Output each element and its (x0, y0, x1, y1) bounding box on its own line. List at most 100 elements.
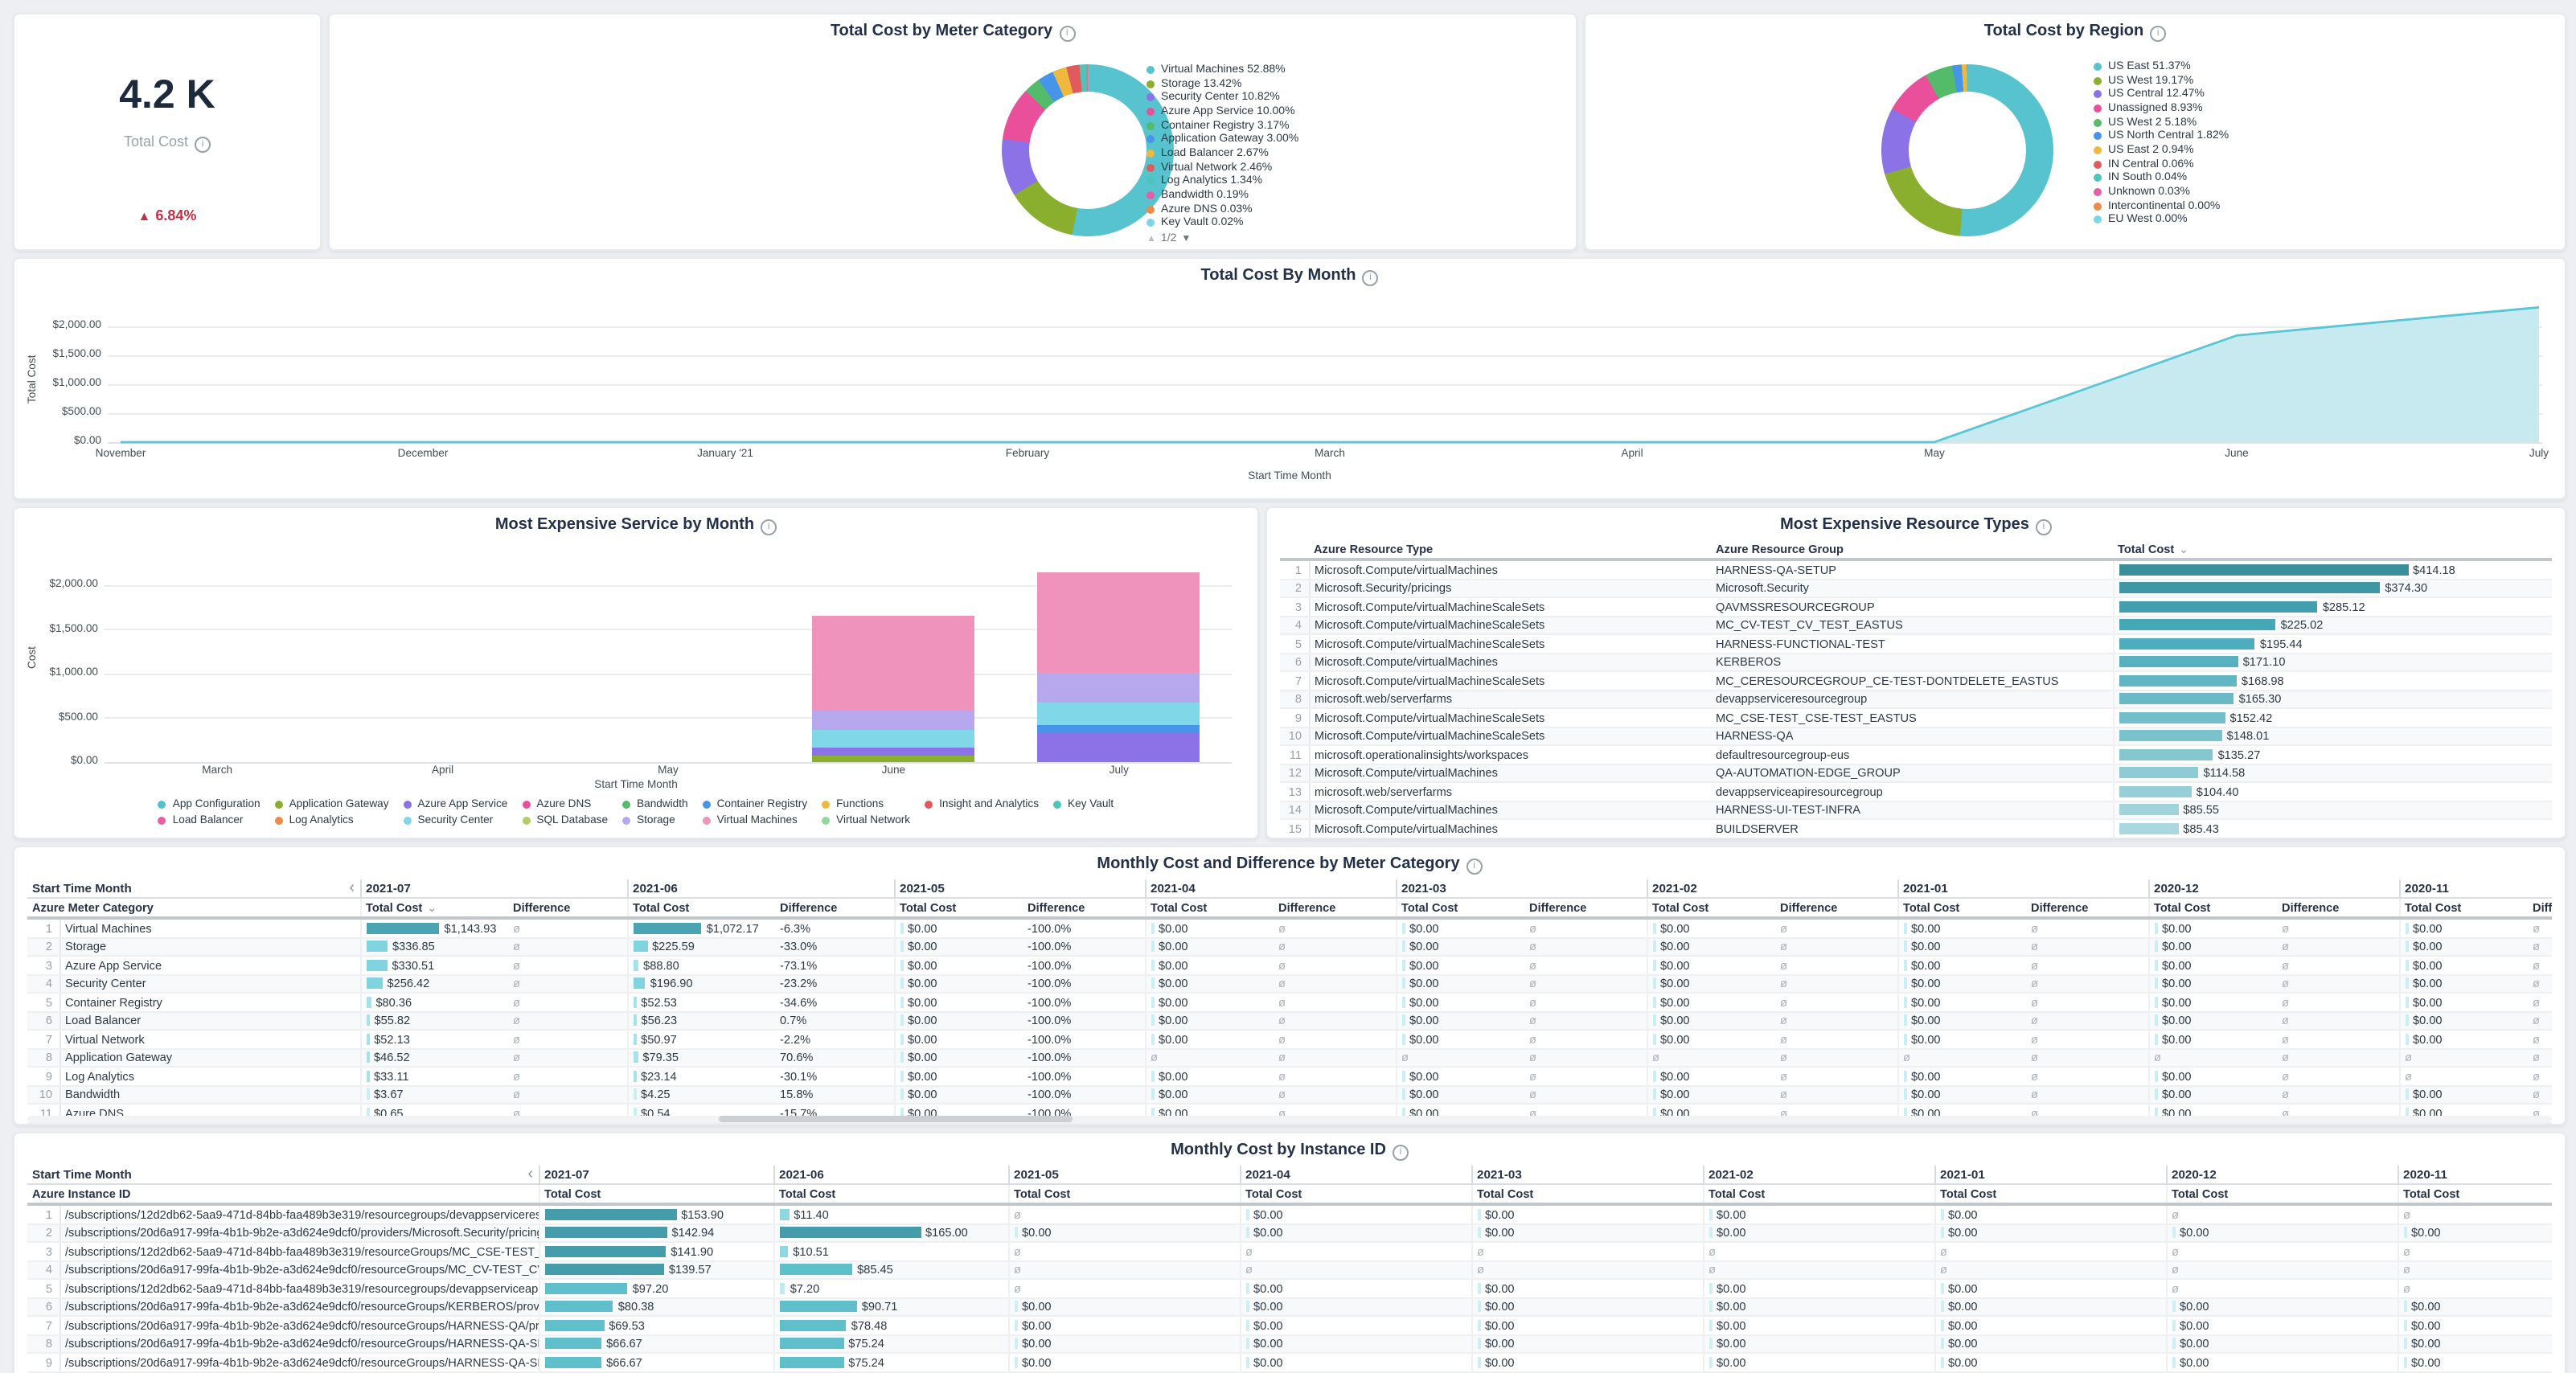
col-header-total-cost[interactable]: Total Cost (894, 898, 1023, 918)
month-header[interactable]: 2021-02 (1647, 879, 1897, 898)
bar-segment-virtual-machines[interactable] (1038, 572, 1200, 674)
legend-item[interactable]: Unknown 0.03% (2094, 185, 2552, 199)
table-row[interactable]: 10Microsoft.Compute/virtualMachineScaleS… (1280, 727, 2552, 745)
table-row[interactable]: 2/subscriptions/20d6a917-99fa-4b1b-9b2e-… (27, 1223, 2552, 1242)
table-row[interactable]: 6/subscriptions/20d6a917-99fa-4b1b-9b2e-… (27, 1297, 2552, 1316)
scrollbar-thumb[interactable] (719, 1116, 1073, 1122)
col-header-total-cost[interactable]: Total Cost (773, 1184, 1008, 1204)
table-row[interactable]: 1/subscriptions/12d2db62-5aa9-471d-84bb-… (27, 1204, 2552, 1223)
legend-item[interactable]: Functions 0.00% (1146, 231, 1568, 232)
table-row[interactable]: 8/subscriptions/20d6a917-99fa-4b1b-9b2e-… (27, 1334, 2552, 1353)
legend-item[interactable]: IN Central 0.06% (2094, 158, 2552, 171)
month-header[interactable]: 2021-01 (1934, 1166, 2166, 1184)
col-header-total-cost[interactable]: Total Cost (1240, 1184, 1471, 1204)
legend-item[interactable]: Azure DNS (522, 797, 608, 810)
legend-item[interactable]: Intercontinental 0.00% (2094, 199, 2552, 213)
col-header-difference[interactable]: Difference (1524, 898, 1647, 918)
table-row[interactable]: 8microsoft.web/serverfarmsdevappservicer… (1280, 690, 2552, 708)
table-row[interactable]: 3Azure App Service$330.51ø$88.80-73.1%$0… (27, 956, 2552, 974)
month-header[interactable]: 2020-12 (2166, 1166, 2398, 1184)
table-row[interactable]: 2Microsoft.Security/pricingsMicrosoft.Se… (1280, 579, 2552, 597)
table-row[interactable]: 10Bandwidth$3.67ø$4.2515.8%$0.00-100.0%$… (27, 1085, 2552, 1104)
month-header[interactable]: 2021-04 (1145, 879, 1396, 898)
bar-segment-security-center[interactable] (812, 730, 974, 748)
col-header-difference[interactable]: Difference (1023, 898, 1145, 918)
area-series[interactable] (108, 304, 2542, 442)
legend-item[interactable]: EU West 0.00% (2094, 213, 2552, 227)
table-row[interactable]: 3Microsoft.Compute/virtualMachineScaleSe… (1280, 597, 2552, 616)
month-header[interactable]: 2021-03 (1471, 1166, 1703, 1184)
bar-segment-virtual-machines[interactable] (812, 615, 974, 710)
table-row[interactable]: 11microsoft.operationalinsights/workspac… (1280, 745, 2552, 764)
legend-item[interactable]: US East 2 0.94% (2094, 143, 2552, 157)
legend-item[interactable]: Container Registry (703, 797, 808, 810)
table-row[interactable]: 12Microsoft.Compute/virtualMachinesQA-AU… (1280, 764, 2552, 782)
info-icon[interactable] (761, 519, 777, 535)
table-row[interactable]: 3/subscriptions/12d2db62-5aa9-471d-84bb-… (27, 1242, 2552, 1260)
month-header[interactable]: 2021-04 (1240, 1166, 1471, 1184)
legend-item[interactable]: Log Analytics 1.34% (1146, 174, 1568, 188)
col-header-total-cost[interactable]: Total Cost (1008, 1184, 1240, 1204)
bar-segment-azure-app-service[interactable] (1038, 733, 1200, 762)
legend-item[interactable]: Application Gateway (275, 797, 389, 810)
table-row[interactable]: 1Virtual Machines$1,143.93ø$1,072.17-6.3… (27, 918, 2552, 937)
legend-item[interactable]: US North Central 1.82% (2094, 129, 2552, 143)
stacked-bar[interactable] (1038, 572, 1200, 762)
table-row[interactable]: 1Microsoft.Compute/virtualMachinesHARNES… (1280, 559, 2552, 579)
table-row[interactable]: 4Microsoft.Compute/virtualMachineScaleSe… (1280, 616, 2552, 634)
col-header-total-cost[interactable]: Total Cost (2166, 1184, 2398, 1204)
table-row[interactable]: 8Application Gateway$46.52ø$79.3570.6%$0… (27, 1048, 2552, 1067)
legend-page-down-icon[interactable] (1181, 234, 1191, 244)
legend-item[interactable]: Log Analytics (275, 814, 389, 827)
chevron-left-icon[interactable] (349, 880, 355, 896)
col-header-total-cost[interactable]: Total Cost (539, 1184, 773, 1204)
donut-chart[interactable] (1881, 64, 2053, 236)
col-header-total-cost[interactable]: Total Cost (2398, 1184, 2552, 1204)
info-icon[interactable] (1466, 859, 1483, 875)
month-header[interactable]: 2021-05 (1008, 1166, 1240, 1184)
legend-item[interactable]: Virtual Network 2.46% (1146, 161, 1568, 174)
legend-item[interactable]: US Central 12.47% (2094, 88, 2552, 101)
col-header-total-cost[interactable]: Total Cost (360, 898, 508, 918)
legend-item[interactable]: Bandwidth (622, 797, 688, 810)
bar-segment-storage[interactable] (812, 710, 974, 730)
table-row[interactable]: 6Load Balancer$55.82ø$56.230.7%$0.00-100… (27, 1011, 2552, 1030)
legend-item[interactable]: Load Balancer (158, 814, 260, 827)
table-row[interactable]: 12Key Vault$0.08ø$0.64691.0%$0.00-100.0%… (27, 1122, 2552, 1124)
legend-item[interactable]: Bandwidth 0.19% (1146, 188, 1568, 202)
col-header-total-cost[interactable]: Total Cost (1703, 1184, 1934, 1204)
col-header-difference[interactable]: Difference (508, 898, 627, 918)
legend-item[interactable]: Container Registry 3.17% (1146, 119, 1568, 133)
col-header-total-cost[interactable]: Total Cost (1471, 1184, 1703, 1204)
month-header[interactable]: 2020-11 (2398, 1166, 2552, 1184)
legend-item[interactable]: IN South 0.04% (2094, 171, 2552, 185)
table-row[interactable]: 7Virtual Network$52.13ø$50.97-2.2%$0.00-… (27, 1030, 2552, 1048)
col-header-difference[interactable]: Difference (775, 898, 894, 918)
legend-item[interactable]: SQL Database (522, 814, 608, 827)
month-header[interactable]: 2021-06 (773, 1166, 1008, 1184)
stacked-bar-plot[interactable] (105, 550, 1232, 762)
table-row[interactable]: 9Log Analytics$33.11ø$23.14-30.1%$0.00-1… (27, 1067, 2552, 1085)
table-row[interactable]: 9Microsoft.Compute/virtualMachineScaleSe… (1280, 708, 2552, 727)
table-row[interactable]: 13microsoft.web/serverfarmsdevappservice… (1280, 782, 2552, 801)
col-header-difference[interactable]: Difference (2277, 898, 2399, 918)
legend-item[interactable]: Security Center (404, 814, 508, 827)
table-row[interactable]: 15Microsoft.Compute/virtualMachinesBUILD… (1280, 819, 2552, 838)
legend-item[interactable]: Key Vault (1053, 797, 1114, 810)
month-header[interactable]: 2021-02 (1703, 1166, 1934, 1184)
month-header[interactable]: 2020-12 (2148, 879, 2399, 898)
month-header[interactable]: 2021-03 (1396, 879, 1647, 898)
col-header-total-cost[interactable]: Total Cost (1145, 898, 1274, 918)
month-header[interactable]: 2021-06 (627, 879, 894, 898)
month-header[interactable]: 2021-01 (1897, 879, 2148, 898)
col-header-difference[interactable]: Difference (1274, 898, 1396, 918)
legend-item[interactable]: Security Center 10.82% (1146, 91, 1568, 105)
horizontal-scrollbar[interactable] (27, 1116, 2552, 1122)
bar-segment-container-registry[interactable] (1038, 726, 1200, 733)
table-row[interactable]: 14Microsoft.Compute/virtualMachinesHARNE… (1280, 801, 2552, 819)
info-icon[interactable] (1059, 26, 1075, 42)
table-row[interactable]: 9/subscriptions/20d6a917-99fa-4b1b-9b2e-… (27, 1353, 2552, 1371)
legend-item[interactable]: Application Gateway 3.00% (1146, 133, 1568, 146)
legend-item[interactable]: Storage (622, 814, 688, 827)
table-row[interactable]: 5Container Registry$80.36ø$52.53-34.6%$0… (27, 993, 2552, 1011)
